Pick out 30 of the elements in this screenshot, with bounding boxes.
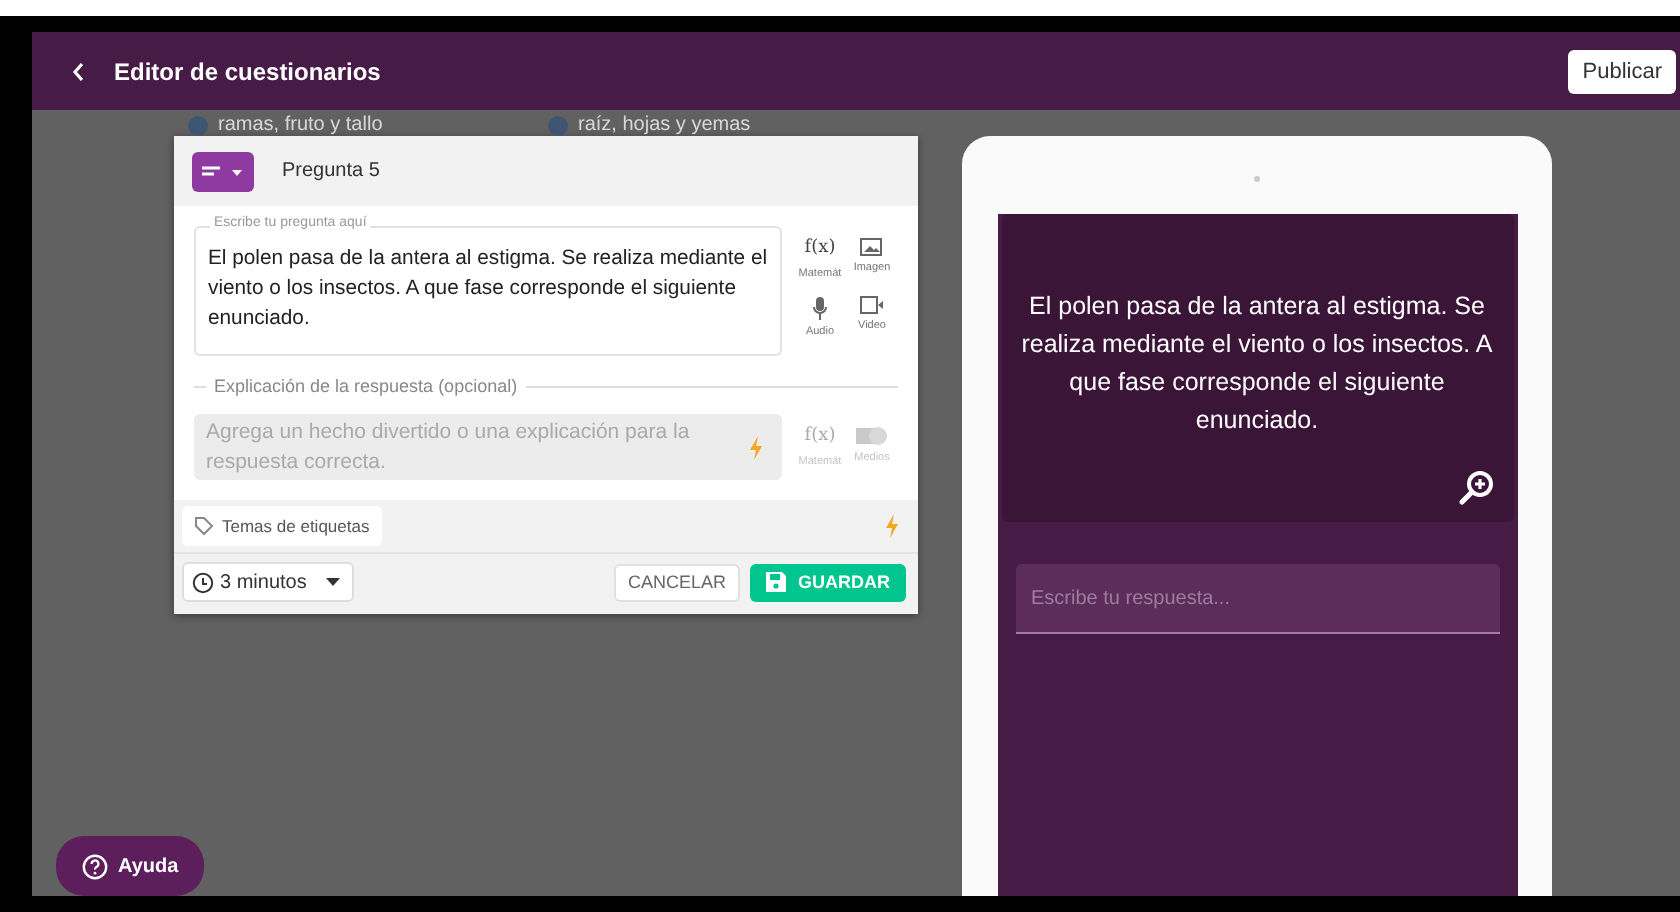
time-limit-dropdown[interactable]: 3 minutos [182, 562, 354, 602]
answer-input[interactable]: Escribe tu respuesta... [1015, 564, 1499, 634]
caret-icon [326, 578, 340, 586]
option-radio-icon [548, 115, 568, 135]
tag-icon [194, 516, 214, 536]
answer-option-text: raíz, hojas y yemas [578, 114, 751, 136]
math-tool[interactable]: f(x) [804, 238, 836, 262]
image-icon[interactable] [860, 238, 883, 256]
video-camera-icon[interactable] [860, 296, 884, 314]
microphone-icon[interactable] [811, 296, 828, 320]
publish-button[interactable]: Publicar [1568, 49, 1676, 93]
camera-dot [1254, 176, 1260, 182]
option-radio-icon [188, 115, 208, 135]
text-lines-caret-icon [201, 163, 245, 179]
clock-icon [192, 571, 214, 593]
editor-title: Editor de cuestionarios [114, 57, 381, 85]
explanation-label: Explicación de la respuesta (opcional) [214, 376, 518, 396]
explanation-field[interactable]: Agrega un hecho divertido o una explicación para la respuesta correcta. [194, 414, 782, 480]
preview-question: El polen pasa de la antera al estigma. Se realiza mediante el viento o los insectos. A que fase corresponde el siguiente enunciado. [1019, 290, 1495, 438]
help-button[interactable]: Ayuda [56, 836, 205, 896]
question-input[interactable]: El polen pasa de la antera al estigma. Se realiza mediante el viento o los insectos. A que fase corresponde el siguiente enunciado. [194, 226, 782, 356]
back-icon[interactable] [72, 61, 86, 81]
question-number: Pregunta 5 [282, 160, 380, 182]
save-icon [766, 572, 786, 592]
question-type-button[interactable] [192, 151, 254, 191]
answer-option-text: ramas, fruto y tallo [218, 114, 383, 136]
cancel-button[interactable]: CANCELAR [613, 563, 740, 601]
zoom-in-icon[interactable] [1457, 470, 1493, 506]
help-icon [82, 853, 108, 879]
tags-button[interactable]: Temas de etiquetas [182, 506, 382, 546]
